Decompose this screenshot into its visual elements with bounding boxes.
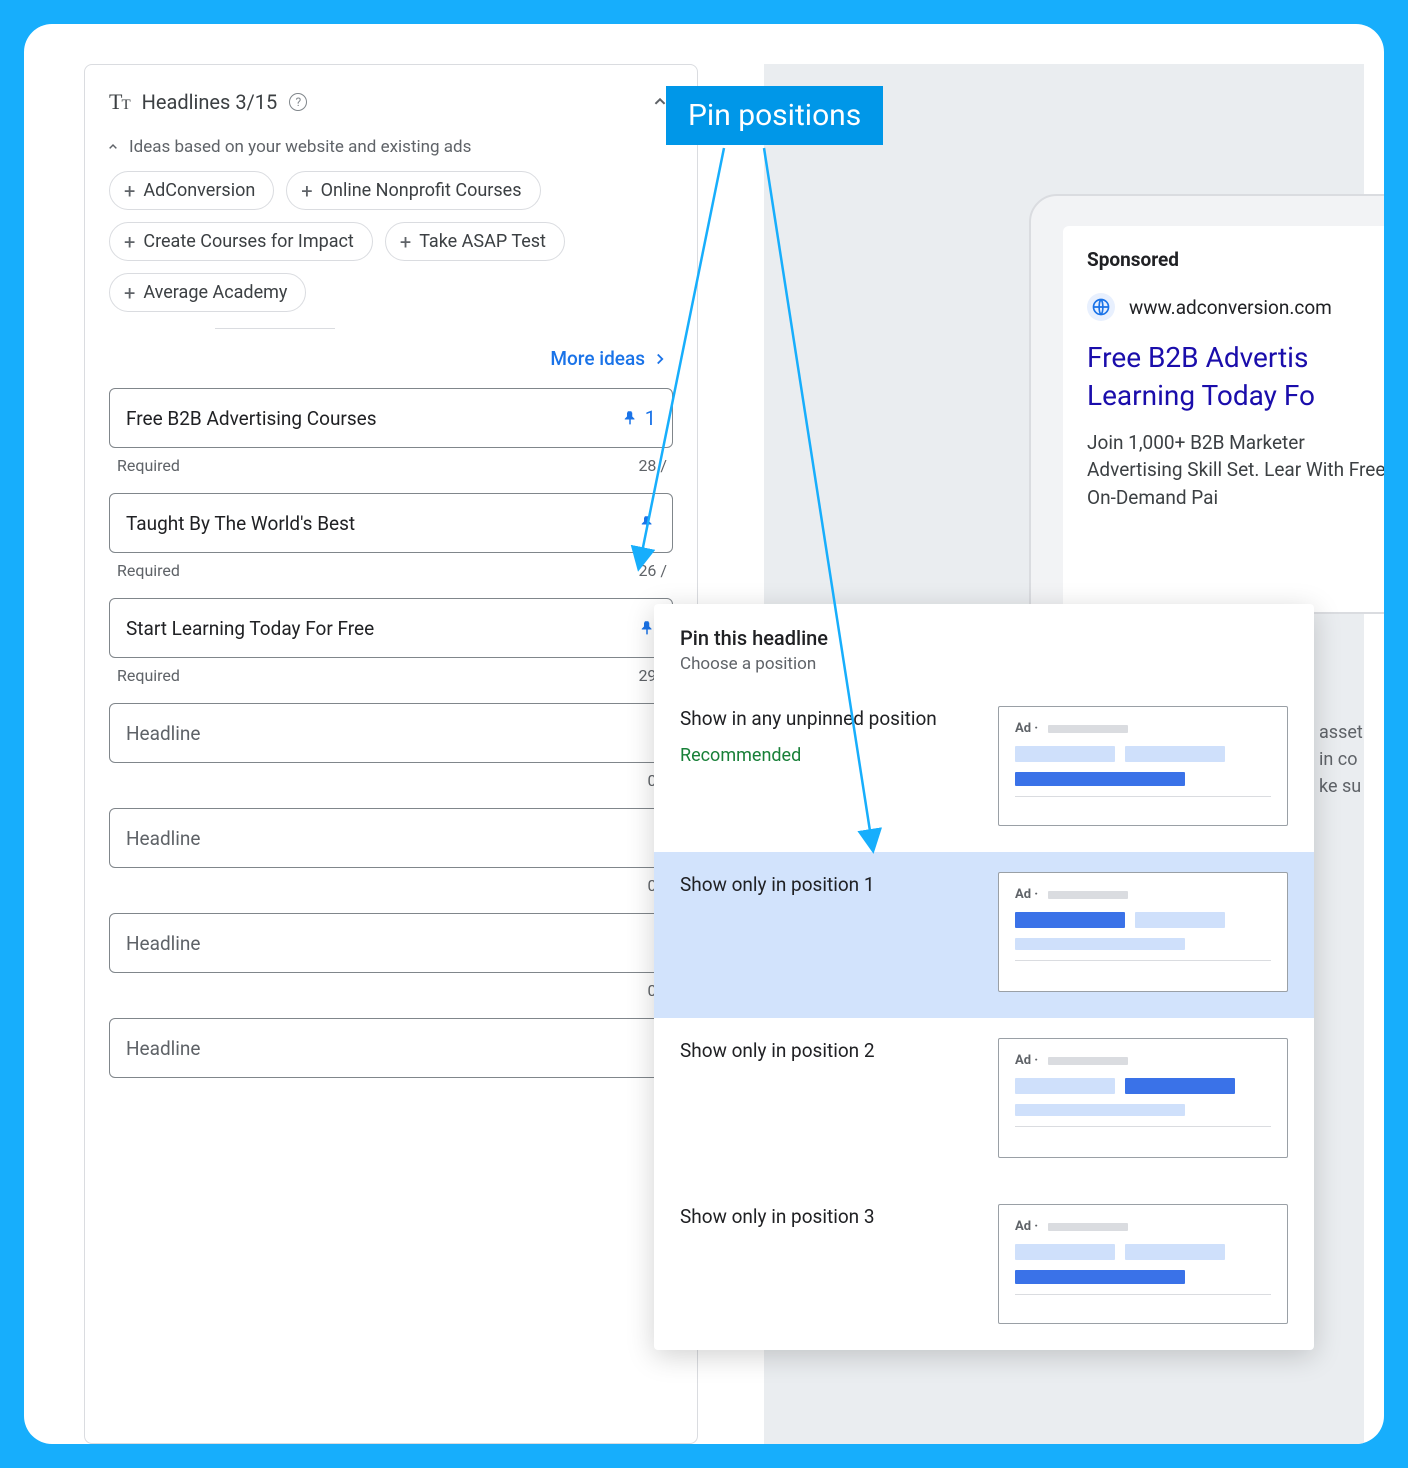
headline-meta: 0 / — [109, 868, 673, 913]
headline-input[interactable]: Headline — [109, 1018, 673, 1078]
device-preview: Sponsored www.adconversion.com Free B2B … — [1029, 194, 1384, 614]
pin-option-1[interactable]: Show only in position 1 Ad · — [654, 852, 1314, 1018]
pin-icon — [638, 514, 656, 532]
sponsored-label: Sponsored — [1087, 248, 1384, 271]
ideas-label: Ideas based on your website and existing… — [129, 137, 471, 157]
chip-label: AdConversion — [143, 180, 255, 201]
idea-chips: +AdConversion +Online Nonprofit Courses … — [85, 171, 697, 322]
globe-icon — [1087, 293, 1115, 321]
headline-placeholder: Headline — [126, 722, 201, 745]
headline-meta: Required28 / — [109, 448, 673, 493]
option-label: Show only in position 3 — [680, 1204, 875, 1231]
ideas-toggle[interactable]: Ideas based on your website and existing… — [85, 137, 697, 171]
option-preview: Ad · — [998, 1204, 1288, 1324]
headline-input[interactable]: Headline — [109, 703, 673, 763]
headlines-panel: TT Headlines 3/15 ? Ideas based on your … — [84, 64, 698, 1444]
headline-placeholder: Headline — [126, 827, 201, 850]
chevron-up-icon — [105, 139, 121, 155]
pin-position-number: 1 — [645, 406, 656, 430]
headline-text: Taught By The World's Best — [126, 512, 355, 535]
ad-title: Free B2B AdvertisLearning Today Fo — [1087, 339, 1384, 415]
pin-icon — [621, 409, 639, 427]
chevron-right-icon — [651, 350, 669, 368]
plus-icon: + — [301, 181, 312, 201]
section-header[interactable]: TT Headlines 3/15 ? — [85, 89, 697, 137]
option-label: Show in any unpinned position — [680, 706, 937, 733]
chip-label: Create Courses for Impact — [143, 231, 353, 252]
annotation-callout: Pin positions — [666, 86, 883, 145]
help-icon[interactable]: ? — [289, 93, 307, 111]
ad-host-row: www.adconversion.com — [1087, 293, 1384, 321]
plus-icon: + — [124, 181, 135, 201]
more-ideas-link[interactable]: More ideas — [85, 329, 697, 388]
pin-button[interactable]: 1 — [621, 406, 656, 430]
option-preview: Ad · — [998, 872, 1288, 992]
headline-meta: 0 / — [109, 973, 673, 1018]
headline-meta: 0 / — [109, 763, 673, 808]
plus-icon: + — [124, 283, 135, 303]
headline-placeholder: Headline — [126, 932, 201, 955]
idea-chip[interactable]: + Take ASAP Test — [385, 222, 565, 261]
option-label: Show only in position 1 — [680, 872, 875, 899]
pin-option-2[interactable]: Show only in position 2 Ad · — [654, 1018, 1314, 1184]
callout-label: Pin positions — [688, 98, 861, 133]
headline-text: Start Learning Today For Free — [126, 617, 374, 640]
plus-icon: + — [400, 232, 411, 252]
headline-input[interactable]: Taught By The World's Best — [109, 493, 673, 553]
headline-input[interactable]: Headline — [109, 808, 673, 868]
chip-label: Online Nonprofit Courses — [321, 180, 522, 201]
option-preview: Ad · — [998, 706, 1288, 826]
idea-chip[interactable]: + Average Academy — [109, 273, 306, 312]
truncated-help-text: asset in co ke su — [1319, 719, 1384, 800]
ad-description: Join 1,000+ B2B Marketer Advertising Ski… — [1087, 429, 1384, 512]
plus-icon: + — [124, 232, 135, 252]
more-ideas-label: More ideas — [550, 347, 645, 370]
headline-text: Free B2B Advertising Courses — [126, 407, 377, 430]
headline-meta: Required29 / — [109, 658, 673, 703]
headline-list: Free B2B Advertising Courses 1 Required2… — [85, 388, 697, 1078]
section-title: Headlines 3/15 — [142, 90, 278, 114]
pin-button[interactable] — [638, 514, 656, 532]
headline-input[interactable]: Start Learning Today For Free — [109, 598, 673, 658]
chip-label: Average Academy — [143, 282, 287, 303]
chip-label: Take ASAP Test — [419, 231, 546, 252]
headline-input[interactable]: Headline — [109, 913, 673, 973]
idea-chip[interactable]: + Create Courses for Impact — [109, 222, 373, 261]
idea-chip[interactable]: + Online Nonprofit Courses — [286, 171, 540, 210]
option-label: Show only in position 2 — [680, 1038, 875, 1065]
pin-option-any[interactable]: Show in any unpinned position Recommende… — [654, 686, 1314, 852]
headline-input[interactable]: Free B2B Advertising Courses 1 — [109, 388, 673, 448]
headline-placeholder: Headline — [126, 1037, 201, 1060]
headline-meta: Required26 / — [109, 553, 673, 598]
pin-option-3[interactable]: Show only in position 3 Ad · — [654, 1184, 1314, 1350]
pin-position-popover: Pin this headline Choose a position Show… — [654, 604, 1314, 1350]
popover-title: Pin this headline — [680, 626, 1288, 650]
ad-host-text: www.adconversion.com — [1129, 296, 1332, 319]
recommended-label: Recommended — [680, 745, 937, 766]
option-preview: Ad · — [998, 1038, 1288, 1158]
idea-chip[interactable]: + AdConversion — [109, 171, 274, 210]
popover-subtitle: Choose a position — [680, 654, 1288, 674]
text-format-icon: TT — [109, 89, 130, 115]
